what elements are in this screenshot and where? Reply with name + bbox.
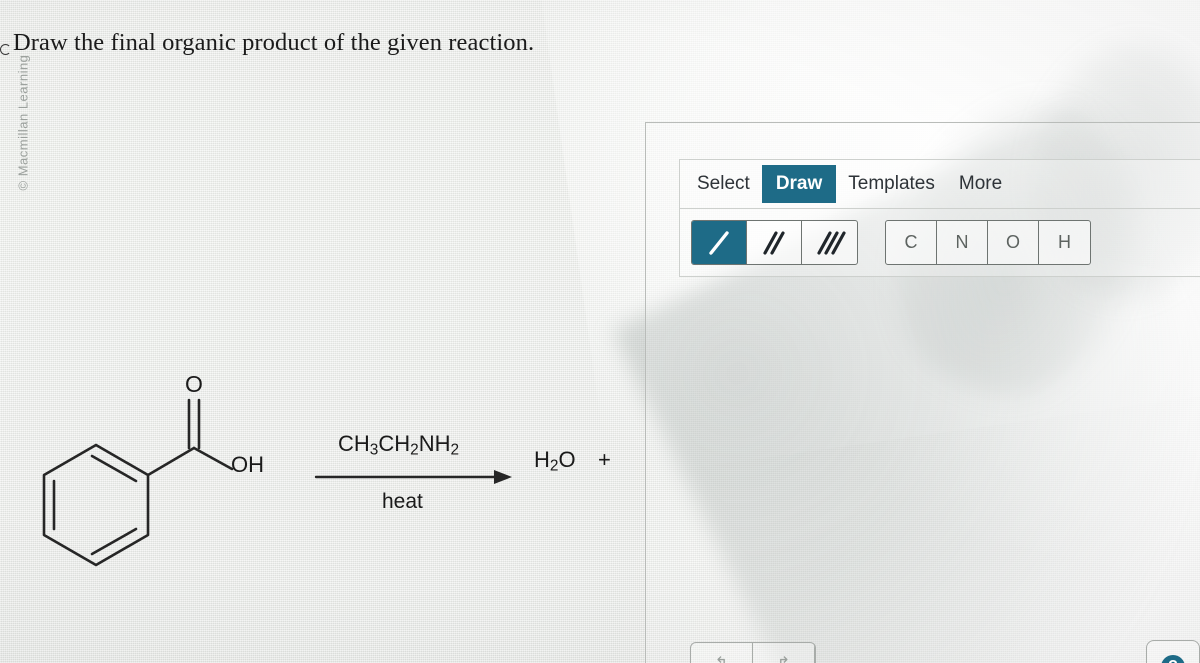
help-button[interactable]: ? (1146, 640, 1200, 663)
tab-draw[interactable]: Draw (761, 165, 837, 203)
screenshot-root: © Macmillan Learning Draw the final orga… (0, 0, 1200, 663)
triple-bond-icon (816, 230, 846, 255)
double-bond-icon (763, 230, 785, 255)
condition-below-arrow: heat (382, 490, 423, 513)
redo-button[interactable]: ↱ (753, 643, 815, 663)
tab-templates[interactable]: Templates (836, 166, 947, 202)
editor-mode-tabs: Select Draw Templates More (680, 160, 1200, 209)
reaction-scheme: O (42, 371, 512, 567)
molecule-editor-panel: Select Draw Templates More C N O H (645, 122, 1200, 663)
atom-tool-nitrogen[interactable]: N (937, 221, 988, 264)
editor-toolbar: Select Draw Templates More C N O H (679, 159, 1200, 277)
plus-sign-label: + (598, 447, 611, 472)
tab-select[interactable]: Select (685, 166, 762, 202)
atom-tool-carbon[interactable]: C (886, 221, 937, 264)
editor-tool-row: C N O H (680, 209, 1200, 276)
hydroxyl-label: OH (231, 452, 264, 477)
atom-tool-group: C N O H (885, 220, 1091, 265)
single-bond-icon (709, 230, 729, 255)
reaction-arrow-icon (494, 470, 512, 484)
atom-tool-hydrogen[interactable]: H (1039, 221, 1090, 264)
triple-bond-tool[interactable] (802, 221, 857, 264)
undo-redo-group: ↰ ↱ (690, 642, 816, 663)
help-icon: ? (1161, 655, 1185, 663)
atom-tool-oxygen[interactable]: O (988, 221, 1039, 264)
undo-button[interactable]: ↰ (691, 643, 753, 663)
reagent-above-arrow: CH3CH2NH2 (338, 431, 460, 459)
product-water-label: H2O (534, 447, 576, 475)
bond-tool-group (691, 220, 858, 265)
carbonyl-oxygen-label: O (185, 371, 203, 397)
tab-more[interactable]: More (947, 166, 1014, 202)
single-bond-tool[interactable] (692, 221, 747, 264)
double-bond-tool[interactable] (747, 221, 802, 264)
